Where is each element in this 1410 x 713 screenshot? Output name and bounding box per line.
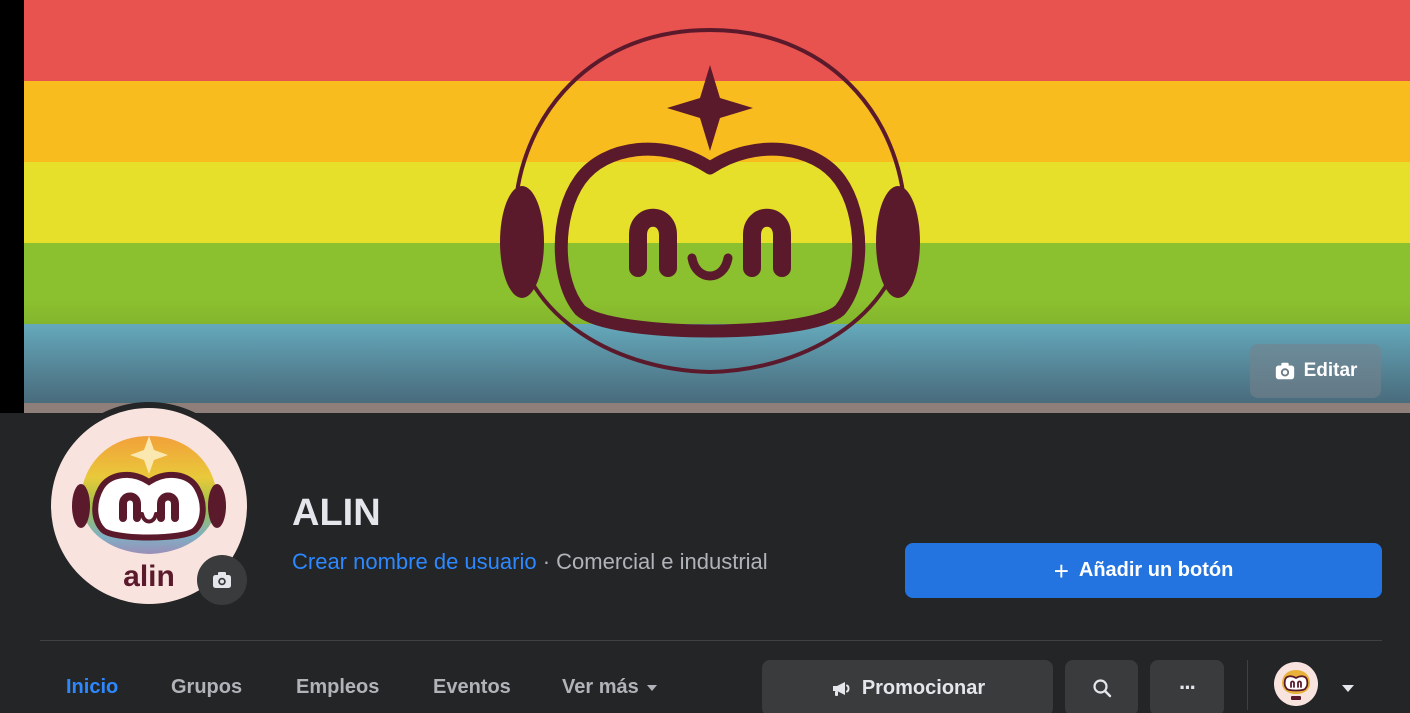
add-button-label: Añadir un botón xyxy=(1078,559,1234,581)
account-avatar[interactable] xyxy=(1274,662,1318,706)
search-button[interactable] xyxy=(1065,660,1138,713)
more-dots-icon: ··· xyxy=(1179,675,1197,700)
plus-icon: + xyxy=(1053,555,1069,586)
camera-icon xyxy=(1275,362,1294,380)
divider xyxy=(40,640,1382,641)
more-options-button[interactable]: ··· xyxy=(1150,660,1224,713)
tab-eventos[interactable]: Eventos xyxy=(433,676,511,699)
camera-icon xyxy=(213,572,231,588)
tab-grupos[interactable]: Grupos xyxy=(171,676,242,699)
avatar-brand-text: alin xyxy=(123,560,175,593)
edit-cover-label: Editar xyxy=(1303,360,1358,381)
page-header: Editar alin ALIN Crear nombre de usuario… xyxy=(0,0,1410,713)
alin-mini-logo xyxy=(1274,662,1318,706)
tab-ver-mas-label: Ver más xyxy=(562,676,639,698)
cover-photo[interactable]: Editar xyxy=(0,0,1410,413)
mascot-illustration xyxy=(500,27,920,375)
page-subtitle: Crear nombre de usuario · Comercial e in… xyxy=(292,549,768,575)
tab-empleos[interactable]: Empleos xyxy=(296,676,379,699)
add-button-button[interactable]: + Añadir un botón xyxy=(905,543,1382,598)
subtitle-separator: · xyxy=(536,549,557,574)
tab-inicio[interactable]: Inicio xyxy=(66,676,118,699)
page-title: ALIN xyxy=(292,492,381,534)
page-category: Comercial e industrial xyxy=(556,549,768,574)
edit-profile-picture-button[interactable] xyxy=(197,555,247,605)
cover-stripes xyxy=(24,0,1410,413)
toolbar-separator xyxy=(1247,660,1248,710)
account-menu-caret-icon[interactable] xyxy=(1342,685,1354,692)
promote-label: Promocionar xyxy=(861,676,986,699)
tab-ver-mas[interactable]: Ver más xyxy=(562,676,657,699)
megaphone-icon xyxy=(832,682,850,696)
caret-down-icon xyxy=(646,684,657,691)
promote-button[interactable]: Promocionar xyxy=(762,660,1053,713)
edit-cover-button[interactable]: Editar xyxy=(1250,344,1381,398)
search-icon xyxy=(1092,679,1111,698)
create-username-link[interactable]: Crear nombre de usuario xyxy=(292,549,537,574)
